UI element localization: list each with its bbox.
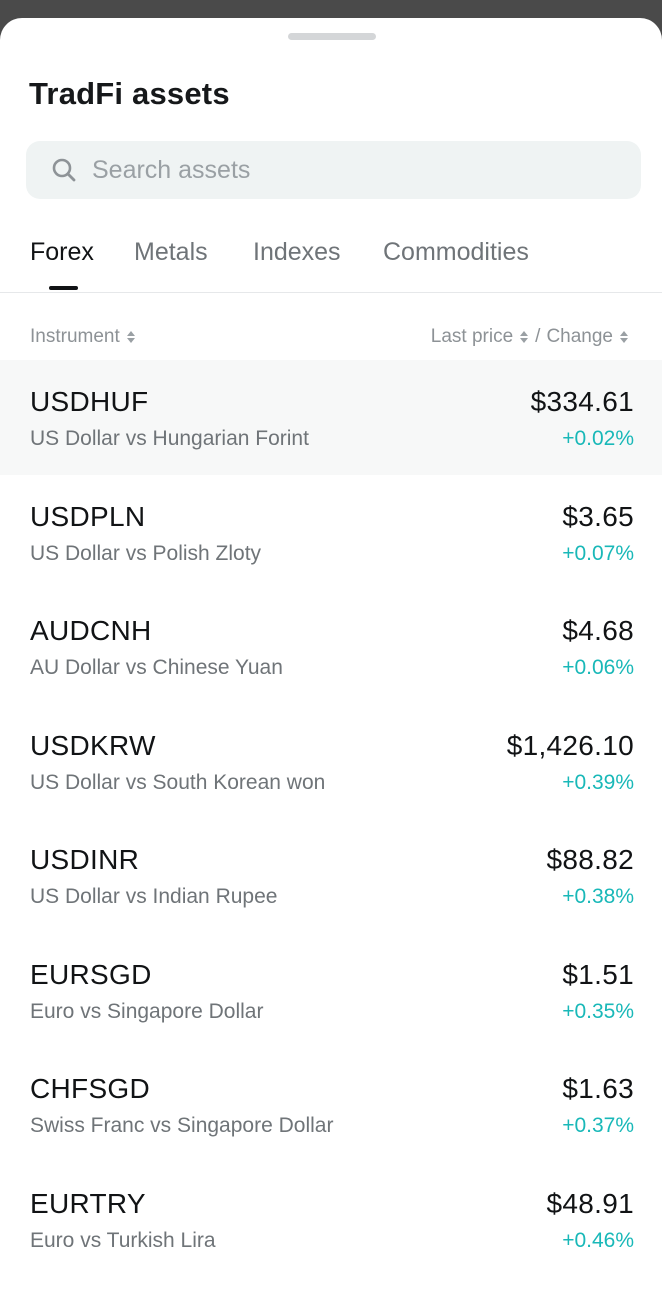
asset-price: $4.68 xyxy=(562,615,634,646)
change-header-label: Change xyxy=(546,326,613,347)
asset-change: +0.38% xyxy=(562,885,634,908)
asset-symbol: AUDCNH xyxy=(30,615,152,646)
sort-icon xyxy=(620,331,628,343)
asset-change: +0.06% xyxy=(562,656,634,679)
asset-name: US Dollar vs South Korean won xyxy=(30,770,326,794)
asset-symbol: USDPLN xyxy=(30,500,146,532)
last-price-header-label: Last price xyxy=(430,326,514,347)
asset-symbol: USDKRW xyxy=(30,729,156,761)
sort-icon xyxy=(126,331,135,343)
asset-symbol: CHFSGD xyxy=(30,1073,151,1104)
asset-row[interactable]: EURTRY Euro vs Turkish Lira $48.91 +0.46… xyxy=(0,1162,662,1277)
asset-name: US Dollar vs Indian Rupee xyxy=(30,885,278,908)
asset-row[interactable]: USDHUF US Dollar vs Hungarian Forint $33… xyxy=(0,360,662,475)
change-sort[interactable]: Change xyxy=(546,326,629,348)
asset-row[interactable]: USDPLN US Dollar vs Polish Zloty $3.65 +… xyxy=(0,475,662,590)
asset-symbol: EURTRY xyxy=(30,1187,146,1219)
search-bar[interactable] xyxy=(26,141,641,199)
asset-price: $334.61 xyxy=(530,386,634,417)
instrument-header-label: Instrument xyxy=(30,326,120,347)
asset-symbol: EURSGD xyxy=(30,958,152,990)
asset-row[interactable]: USDINR US Dollar vs Indian Rupee $88.82 … xyxy=(0,818,662,933)
asset-price: $1.51 xyxy=(562,958,634,990)
asset-list: USDHUF US Dollar vs Hungarian Forint $33… xyxy=(0,360,662,1276)
asset-symbol: USDINR xyxy=(30,844,140,875)
asset-name: Euro vs Singapore Dollar xyxy=(30,999,264,1023)
tab-indexes[interactable]: Indexes xyxy=(253,238,341,267)
page-title: TradFi assets xyxy=(29,76,230,111)
asset-change: +0.35% xyxy=(562,999,634,1023)
instrument-column-header[interactable]: Instrument xyxy=(30,326,136,348)
price-change-column-header: Last price / Change xyxy=(431,326,629,348)
tab-commodities[interactable]: Commodities xyxy=(383,238,529,267)
asset-row[interactable]: USDKRW US Dollar vs South Korean won $1,… xyxy=(0,704,662,819)
asset-change: +0.39% xyxy=(562,770,634,794)
last-price-sort[interactable]: Last price xyxy=(431,326,529,348)
asset-row[interactable]: AUDCNH AU Dollar vs Chinese Yuan $4.68 +… xyxy=(0,589,662,704)
asset-change: +0.02% xyxy=(562,427,634,450)
header-separator: / xyxy=(535,326,541,347)
asset-change: +0.37% xyxy=(562,1114,634,1137)
asset-change: +0.07% xyxy=(562,541,634,565)
asset-name: Swiss Franc vs Singapore Dollar xyxy=(30,1114,334,1137)
asset-name: AU Dollar vs Chinese Yuan xyxy=(30,656,283,679)
asset-row[interactable]: CHFSGD Swiss Franc vs Singapore Dollar $… xyxy=(0,1047,662,1162)
drag-handle[interactable] xyxy=(288,33,376,40)
search-input[interactable] xyxy=(92,155,572,185)
asset-change: +0.46% xyxy=(562,1228,634,1252)
asset-price: $88.82 xyxy=(546,844,634,875)
asset-price: $1.63 xyxy=(562,1073,634,1104)
asset-row[interactable]: EURSGD Euro vs Singapore Dollar $1.51 +0… xyxy=(0,933,662,1048)
asset-name: US Dollar vs Hungarian Forint xyxy=(30,427,309,450)
asset-price: $1,426.10 xyxy=(506,729,634,761)
asset-price: $48.91 xyxy=(546,1187,634,1219)
sort-icon xyxy=(520,331,529,343)
asset-name: US Dollar vs Polish Zloty xyxy=(30,541,262,565)
asset-symbol: USDHUF xyxy=(30,386,149,417)
asset-price: $3.65 xyxy=(562,500,634,532)
bottom-sheet: TradFi assets Forex Metals Indexes Commo… xyxy=(0,18,662,1304)
search-icon xyxy=(52,158,76,182)
active-tab-indicator xyxy=(49,286,78,290)
tab-bar: Forex Metals Indexes Commodities xyxy=(0,228,662,293)
tab-forex[interactable]: Forex xyxy=(30,238,94,267)
tab-metals[interactable]: Metals xyxy=(134,238,208,267)
asset-name: Euro vs Turkish Lira xyxy=(30,1228,216,1252)
